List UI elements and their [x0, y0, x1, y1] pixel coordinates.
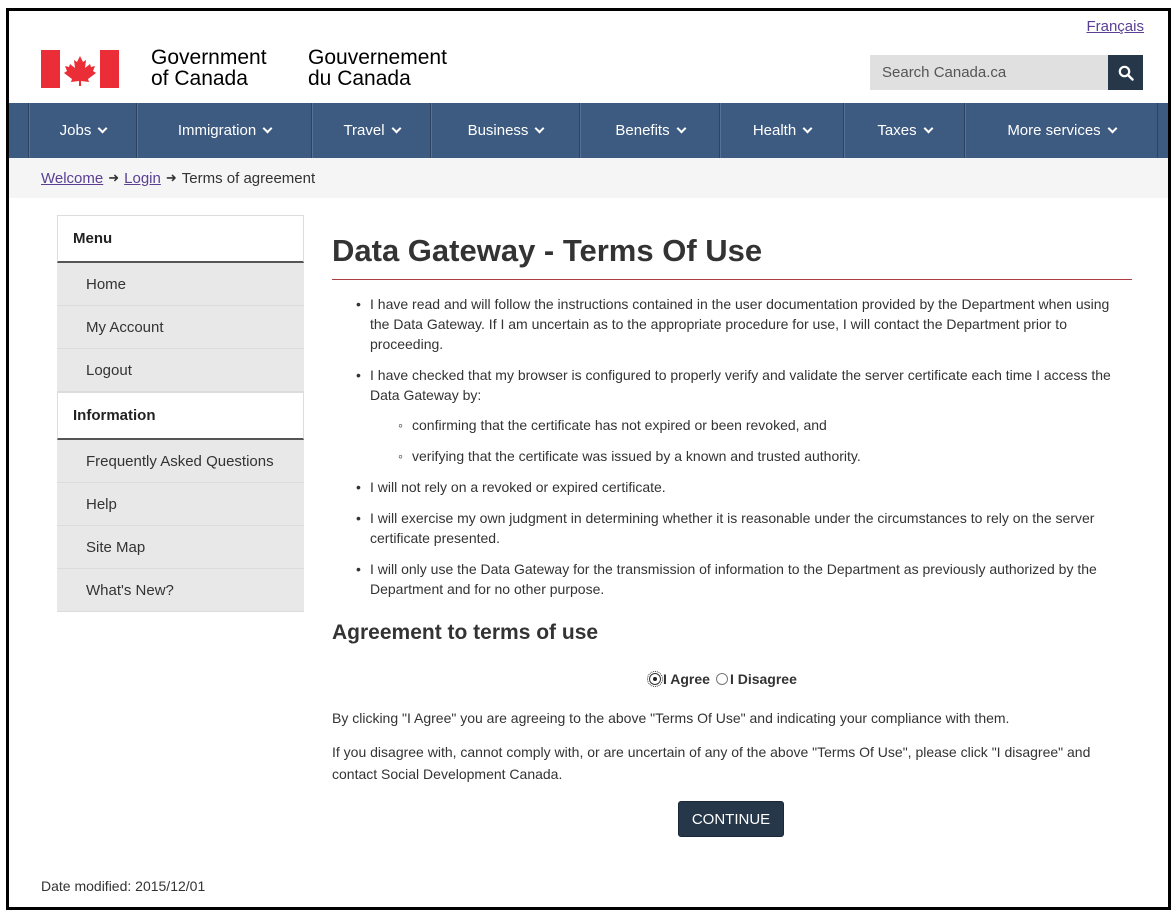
terms-subitem: confirming that the certificate has not … — [398, 415, 1132, 435]
nav-item-business[interactable]: Business — [431, 103, 580, 158]
government-of-canada-wordmark-fr: Gouvernement du Canada — [308, 47, 447, 89]
sidebar-item-home[interactable]: Home — [57, 263, 304, 306]
agree-radio-label[interactable]: I Agree — [663, 671, 710, 687]
breadcrumb-current: Terms of agreement — [181, 169, 316, 187]
nav-item-travel[interactable]: Travel — [312, 103, 431, 158]
chevron-down-icon — [262, 123, 273, 134]
nav-item-label: Benefits — [615, 122, 670, 139]
language-toggle-link[interactable]: Français — [1086, 18, 1144, 35]
breadcrumb: Welcome ➜ Login ➜ Terms of agreement — [9, 158, 1168, 198]
government-of-canada-wordmark-en: Government of Canada — [151, 47, 267, 89]
sidebar-item-whats-new[interactable]: What's New? — [57, 569, 304, 612]
chevron-down-icon — [676, 123, 687, 134]
terms-list: I have read and will follow the instruct… — [332, 294, 1132, 599]
search-input[interactable] — [870, 55, 1108, 90]
sidebar-heading-information: Information — [57, 392, 304, 440]
page-frame: Français Government of Canada Gouverneme… — [6, 8, 1171, 910]
main-content: Data Gateway - Terms Of Use I have read … — [332, 233, 1132, 837]
sidebar-item-help[interactable]: Help — [57, 483, 304, 526]
chevron-down-icon — [1107, 123, 1118, 134]
agreement-radio-group: I Agree I Disagree — [647, 671, 1132, 687]
disagree-explanation: If you disagree with, cannot comply with… — [332, 744, 1091, 782]
nav-item-benefits[interactable]: Benefits — [580, 103, 720, 158]
continue-button[interactable]: CONTINUE — [678, 801, 784, 837]
page-title: Data Gateway - Terms Of Use — [332, 233, 1132, 280]
agree-radio[interactable] — [647, 671, 663, 687]
terms-item: I have read and will follow the instruct… — [356, 294, 1132, 354]
gov-en-line1: Government — [151, 46, 267, 69]
nav-item-label: Health — [752, 122, 797, 139]
nav-item-label: More services — [1007, 122, 1101, 139]
sidebar-item-logout[interactable]: Logout — [57, 349, 304, 392]
nav-item-immigration[interactable]: Immigration — [137, 103, 312, 158]
nav-item-label: Taxes — [877, 122, 917, 139]
disagree-radio[interactable] — [715, 673, 728, 685]
nav-item-label: Business — [467, 122, 529, 139]
chevron-down-icon — [97, 123, 108, 134]
terms-item: I will exercise my own judgment in deter… — [356, 508, 1132, 548]
nav-spacer — [9, 103, 29, 158]
nav-item-taxes[interactable]: Taxes — [844, 103, 965, 158]
agree-explanation: By clicking "I Agree" you are agreeing t… — [332, 710, 1010, 726]
nav-item-jobs[interactable]: Jobs — [29, 103, 137, 158]
search-button[interactable] — [1108, 55, 1143, 90]
search-icon — [1118, 65, 1134, 81]
agreement-heading: Agreement to terms of use — [332, 621, 599, 644]
date-modified: Date modified: 2015/12/01 — [41, 878, 206, 894]
disagree-radio-label[interactable]: I Disagree — [730, 671, 797, 687]
sidebar-item-my-account[interactable]: My Account — [57, 306, 304, 349]
gov-en-line2: of Canada — [151, 67, 248, 90]
sidebar-heading-menu: Menu — [57, 215, 304, 263]
chevron-down-icon — [534, 123, 545, 134]
arrow-right-icon: ➜ — [108, 170, 120, 185]
main-navigation: Jobs Immigration Travel Business Benefit… — [9, 103, 1168, 158]
terms-item-text: I have checked that my browser is config… — [370, 367, 1111, 403]
terms-item-with-sublist: I have checked that my browser is config… — [356, 365, 1132, 466]
nav-item-label: Travel — [343, 122, 385, 139]
breadcrumb-link-welcome[interactable]: Welcome — [41, 170, 103, 187]
sidebar-item-faq[interactable]: Frequently Asked Questions — [57, 440, 304, 483]
terms-item: I will not rely on a revoked or expired … — [356, 477, 1132, 497]
chevron-down-icon — [802, 123, 813, 134]
terms-item: I will only use the Data Gateway for the… — [356, 559, 1132, 599]
gov-fr-line1: Gouvernement — [308, 46, 447, 69]
terms-subitem: verifying that the certificate was issue… — [398, 446, 1132, 466]
nav-item-health[interactable]: Health — [720, 103, 844, 158]
chevron-down-icon — [391, 123, 402, 134]
nav-item-more-services[interactable]: More services — [965, 103, 1158, 158]
canada-flag-icon — [41, 50, 119, 88]
breadcrumb-link-login[interactable]: Login — [124, 170, 161, 187]
sidebar-item-site-map[interactable]: Site Map — [57, 526, 304, 569]
nav-item-label: Jobs — [59, 122, 92, 139]
terms-sublist: confirming that the certificate has not … — [370, 415, 1132, 466]
nav-item-label: Immigration — [177, 122, 257, 139]
arrow-right-icon: ➜ — [165, 170, 177, 185]
gov-fr-line2: du Canada — [308, 67, 411, 90]
sidebar-menu: Menu Home My Account Logout Information … — [57, 215, 304, 612]
chevron-down-icon — [923, 123, 934, 134]
